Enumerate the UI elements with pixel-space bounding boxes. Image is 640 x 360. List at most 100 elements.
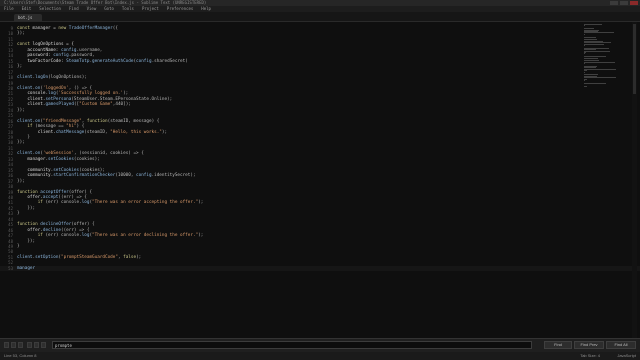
code-line[interactable]: community.setCookies(cookies); [17,168,105,173]
close-button[interactable] [630,1,638,5]
line-number: 24 [8,107,13,113]
code-line[interactable]: const manager = new TradeOfferManager({ [17,26,118,31]
scrollbar-thumb[interactable] [633,24,636,94]
code-token: ) { [76,124,85,130]
minimap-line [584,50,611,52]
code-line[interactable]: function acceptOffer(offer) { [17,190,92,195]
code-line[interactable]: }); [17,239,35,244]
code-token: manager [17,265,36,271]
code-editor[interactable]: 9 10 11 12 13 14 15 16 17 18 19 20 21 22 23 24 25 26 27 28 2… [0,22,640,338]
code-token: if [17,200,46,206]
minimap-line [584,57,599,59]
code-token: ); [198,233,204,239]
code-token: ); [198,200,204,206]
code-token: "friendMessage" [42,118,82,124]
code-token: SteamTotp [66,58,90,64]
code-line[interactable]: community.startConfirmationChecker(10000… [17,173,195,178]
code-token: "There was an error accepting the offer.… [92,200,199,206]
find-all-button[interactable]: Find All [606,341,636,349]
code-line[interactable]: }; [17,64,22,69]
line-number-gutter: 9 10 11 12 13 14 15 16 17 18 19 20 21 22 23 24 25 26 27 28 2… [0,22,13,338]
code-token: , (sessionid, cookies) => { [73,151,144,157]
code-line[interactable]: client.chatMessage(steamID, "Hello, this… [17,130,167,135]
tab-size-indicator[interactable]: Tab Size: 4 [580,352,600,360]
minimize-button[interactable] [610,1,618,5]
line-number: 43 [8,211,13,217]
in-selection-toggle[interactable] [34,342,39,348]
code-line[interactable]: function declineOffer(offer) { [17,222,95,227]
line-number: 41 [8,200,13,206]
code-line[interactable]: client.gamesPlayed(["Custom Game",440]); [17,102,131,107]
code-line[interactable]: manager.setCookies(cookies); [17,157,99,162]
code-line[interactable]: if (err) console.log("There was an error… [17,200,204,206]
code-token: }); [17,31,25,37]
regex-toggle[interactable] [4,342,9,348]
code-line[interactable]: }); [17,31,25,36]
code-token: client. [17,129,56,135]
minimap-line [584,63,586,65]
code-line[interactable]: }); [17,140,25,145]
line-number: 39 [8,189,13,195]
vertical-scrollbar[interactable] [632,22,637,338]
highlight-matches-toggle[interactable] [41,342,46,348]
line-number: 31 [8,145,13,151]
minimap-line [584,68,617,70]
code-line[interactable]: }); [17,179,25,184]
case-sensitive-toggle[interactable] [11,342,16,348]
code-token: }; [17,64,23,70]
code-token: client. [17,102,46,108]
code-line[interactable]: manager [17,266,35,271]
minimap-line [584,24,602,25]
code-line[interactable]: twoFactorCode: SteamTotp.generateAuthCod… [17,58,187,64]
code-token: (offer) { [68,189,93,195]
find-prev-button[interactable]: Find Prev [574,341,604,349]
code-line[interactable]: client.on("friendMessage", function(stea… [17,119,159,124]
window-controls [610,1,638,5]
line-number: 11 [8,36,13,42]
code-line[interactable]: client.on('webSession', (sessionid, cook… [17,151,144,156]
code-token: community. [17,167,54,173]
line-number: 9 [10,26,13,31]
line-number: 47 [8,233,13,239]
code-line[interactable]: }); [17,108,25,113]
whole-word-toggle[interactable] [18,342,23,348]
code-token: ({ [112,26,118,31]
wrap-toggle[interactable] [27,342,32,348]
code-token: ); [123,91,129,97]
line-number: 27 [8,124,13,130]
minimap-line [584,33,585,35]
line-number: 32 [8,151,13,157]
code-line[interactable]: client.logOn(logOnOptions); [17,75,87,80]
code-line[interactable]: if (err) console.log("There was an error… [17,233,204,239]
tab-label: bot.js [18,15,33,20]
code-line[interactable]: if (message == "hi") { [17,124,84,129]
code-token: const [17,42,33,48]
code-token: console. [17,91,49,97]
code-line[interactable]: console.log('Successfully logged on.'); [17,91,128,96]
minimap[interactable] [584,24,624,94]
code-area[interactable]: const manager = new TradeOfferManager({}… [17,22,577,338]
line-number: 37 [8,178,13,184]
code-line[interactable]: client.setOption("promptSteamGuardCode",… [17,255,141,260]
code-token: setOption [35,254,59,260]
code-line[interactable]: } [17,211,20,216]
tab-bar: bot.js [0,12,640,22]
code-token: config [136,58,152,64]
code-line[interactable]: password: config.password, [17,53,94,58]
code-line[interactable]: offer.decline((err) => { [17,228,89,233]
code-token: (steamID, message) { [107,118,160,124]
line-number: 18 [8,75,13,81]
minimap-line [584,43,604,45]
line-number: 36 [8,173,13,179]
maximize-button[interactable] [620,1,628,5]
line-number: 22 [8,96,13,102]
syntax-indicator[interactable]: JavaScript [617,352,636,360]
status-bar: Line 53, Column 8 Tab Size: 4 JavaScript [0,352,640,360]
tab-bot-js[interactable]: bot.js [14,14,42,21]
find-input[interactable] [52,341,532,349]
code-line[interactable]: const logOnOptions = { [17,42,74,47]
minimap-line [584,53,586,55]
code-line[interactable]: } [17,244,20,249]
line-number: 33 [8,156,13,162]
find-button[interactable]: Find [544,341,572,349]
